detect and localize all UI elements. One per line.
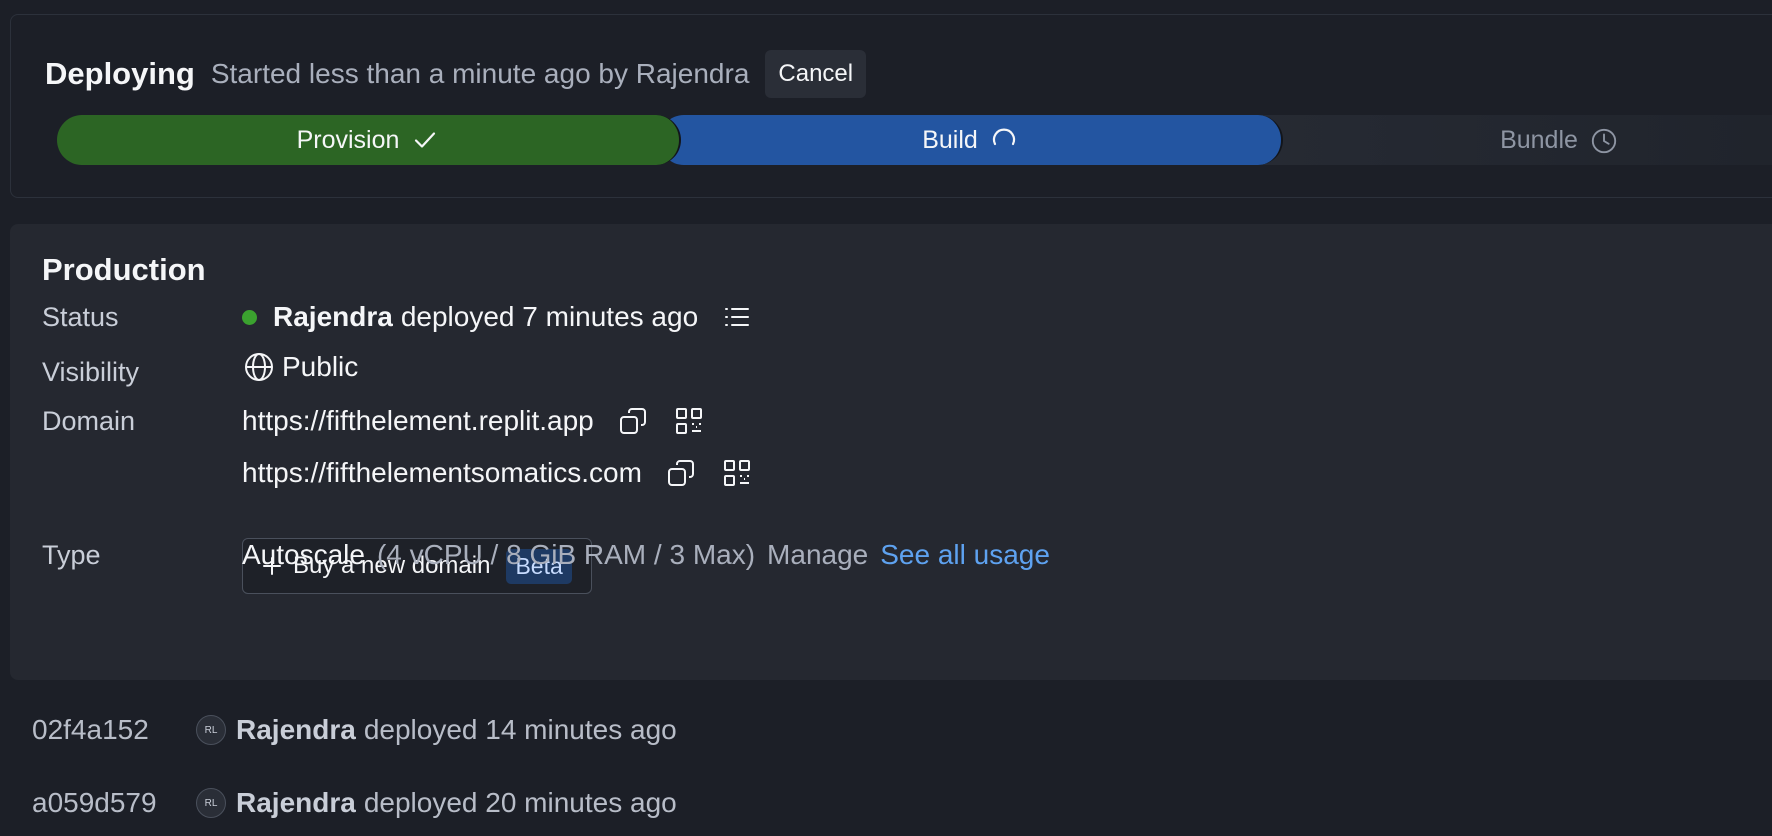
visibility-text: Public (282, 351, 359, 382)
step-provision-label: Provision (296, 125, 400, 154)
production-card: Production Status Rajendra deployed 7 mi… (10, 224, 1772, 680)
step-bundle: Bundle (1259, 115, 1772, 165)
copy-icon[interactable] (664, 456, 698, 490)
type-name: Autoscale (242, 539, 365, 570)
step-build-label: Build (922, 125, 978, 154)
clock-icon (1590, 126, 1618, 154)
history-row[interactable]: a059d579 RL Rajendra deployed 20 minutes… (32, 787, 677, 819)
history-user: Rajendra (236, 714, 356, 745)
see-all-usage-link[interactable]: See all usage (880, 539, 1050, 571)
step-provision: Provision (57, 115, 681, 165)
logs-list-icon[interactable] (720, 300, 754, 334)
history-text: deployed 14 minutes ago (363, 714, 677, 745)
commit-hash: a059d579 (32, 787, 157, 818)
visibility-label: Visibility (42, 357, 140, 387)
status-value: Rajendra deployed 7 minutes ago (242, 300, 754, 334)
avatar: RL (196, 715, 226, 745)
visibility-value: Public (242, 350, 358, 384)
check-icon (411, 126, 439, 154)
step-bundle-label: Bundle (1500, 125, 1578, 154)
status-dot (242, 309, 257, 325)
domain-row-1: https://fifthelement.replit.app (242, 404, 706, 438)
globe-icon (242, 350, 276, 384)
avatar: RL (196, 788, 226, 818)
deploy-progress: Provision Build Bundle (45, 115, 1772, 165)
spinner-icon (990, 126, 1018, 154)
type-spec: (4 vCPU / 8 GiB RAM / 3 Max) (376, 539, 756, 570)
history-text: deployed 20 minutes ago (363, 787, 677, 818)
status-label: Status (42, 302, 119, 332)
deploying-subtitle: Started less than a minute ago by Rajend… (210, 58, 750, 89)
domain-row-2: https://fifthelementsomatics.com (242, 456, 754, 490)
status-user: Rajendra (273, 301, 393, 332)
qr-code-icon[interactable] (672, 404, 706, 438)
history-user: Rajendra (236, 787, 356, 818)
status-text: deployed 7 minutes ago (400, 301, 699, 332)
deploying-header: Deploying Started less than a minute ago… (45, 45, 867, 103)
cancel-button[interactable]: Cancel (765, 50, 867, 98)
domain-url[interactable]: https://fifthelement.replit.app (242, 405, 594, 437)
domain-url[interactable]: https://fifthelementsomatics.com (242, 457, 642, 489)
commit-hash: 02f4a152 (32, 714, 149, 745)
manage-link[interactable]: Manage (767, 539, 868, 571)
domain-label: Domain (42, 406, 136, 436)
deploying-card: Deploying Started less than a minute ago… (10, 14, 1772, 198)
production-title: Production (42, 252, 206, 287)
type-value: Autoscale (4 vCPU / 8 GiB RAM / 3 Max) M… (242, 539, 1050, 571)
qr-code-icon[interactable] (720, 456, 754, 490)
step-build: Build (659, 115, 1283, 165)
deploying-title: Deploying (45, 56, 195, 91)
history-row[interactable]: 02f4a152 RL Rajendra deployed 14 minutes… (32, 714, 677, 746)
type-label: Type (42, 540, 101, 570)
copy-icon[interactable] (616, 404, 650, 438)
